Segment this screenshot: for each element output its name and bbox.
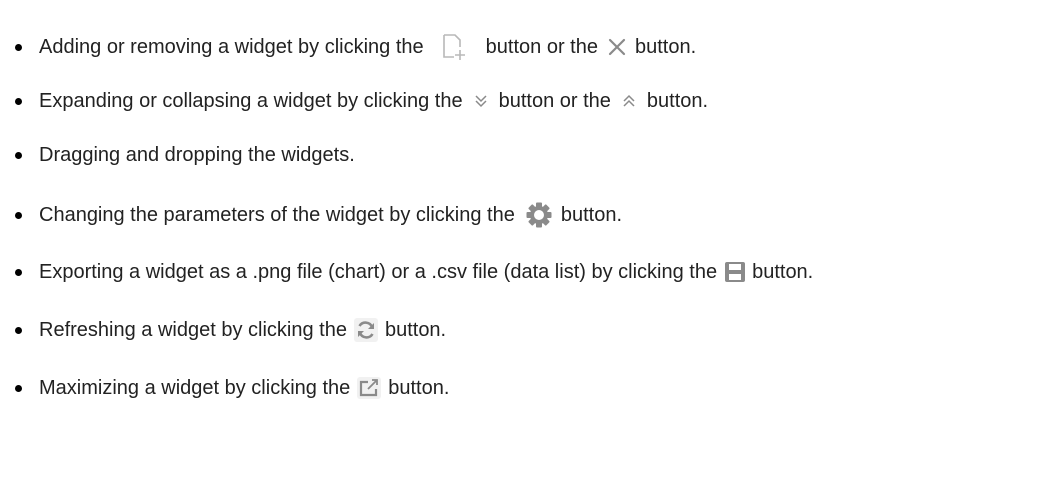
collapse-icon: [617, 89, 641, 113]
list-item-maximize: Maximizing a widget by clicking the butt…: [0, 371, 449, 405]
item-text: Dragging and dropping the widgets.: [39, 144, 355, 166]
item-text-before: Exporting a widget as a .png file (chart…: [39, 261, 718, 283]
bullet: [15, 211, 22, 219]
item-text-after: button.: [646, 90, 709, 112]
item-text-before: Adding or removing a widget by clicking …: [39, 36, 424, 58]
maximize-icon: [356, 375, 382, 401]
close-icon: [605, 35, 629, 59]
item-text-after: button.: [384, 319, 447, 341]
bullet: [15, 151, 22, 159]
item-text-before: Refreshing a widget by clicking the: [39, 319, 347, 341]
list-item-expand-collapse: Expanding or collapsing a widget by clic…: [0, 84, 708, 118]
gear-icon: [523, 199, 555, 231]
item-text-before: Changing the parameters of the widget by…: [39, 204, 515, 226]
item-text-before: Maximizing a widget by clicking the: [39, 377, 351, 399]
item-text-before: Expanding or collapsing a widget by clic…: [39, 90, 463, 112]
list-item-parameters: Changing the parameters of the widget by…: [0, 198, 622, 232]
bullet: [15, 268, 22, 276]
list-item-refresh: Refreshing a widget by clicking the butt…: [0, 313, 446, 347]
item-text-after: button.: [560, 204, 623, 226]
bullet: [15, 384, 22, 392]
add-widget-icon: [434, 30, 478, 64]
item-text-after: button.: [388, 377, 450, 399]
save-icon: [723, 260, 747, 284]
item-text-after: button.: [634, 36, 697, 58]
refresh-icon: [353, 317, 379, 343]
expand-icon: [469, 89, 493, 113]
list-item-add-remove: Adding or removing a widget by clicking …: [0, 30, 696, 64]
bullet: [15, 97, 22, 105]
item-text-middle: button or the: [485, 36, 598, 58]
bullet: [15, 43, 22, 51]
item-text-middle: button or the: [498, 90, 611, 112]
list-item-drag-drop: Dragging and dropping the widgets.: [0, 138, 355, 172]
item-text-after: button.: [752, 261, 814, 283]
bullet: [15, 326, 22, 334]
list-item-export: Exporting a widget as a .png file (chart…: [0, 255, 813, 289]
